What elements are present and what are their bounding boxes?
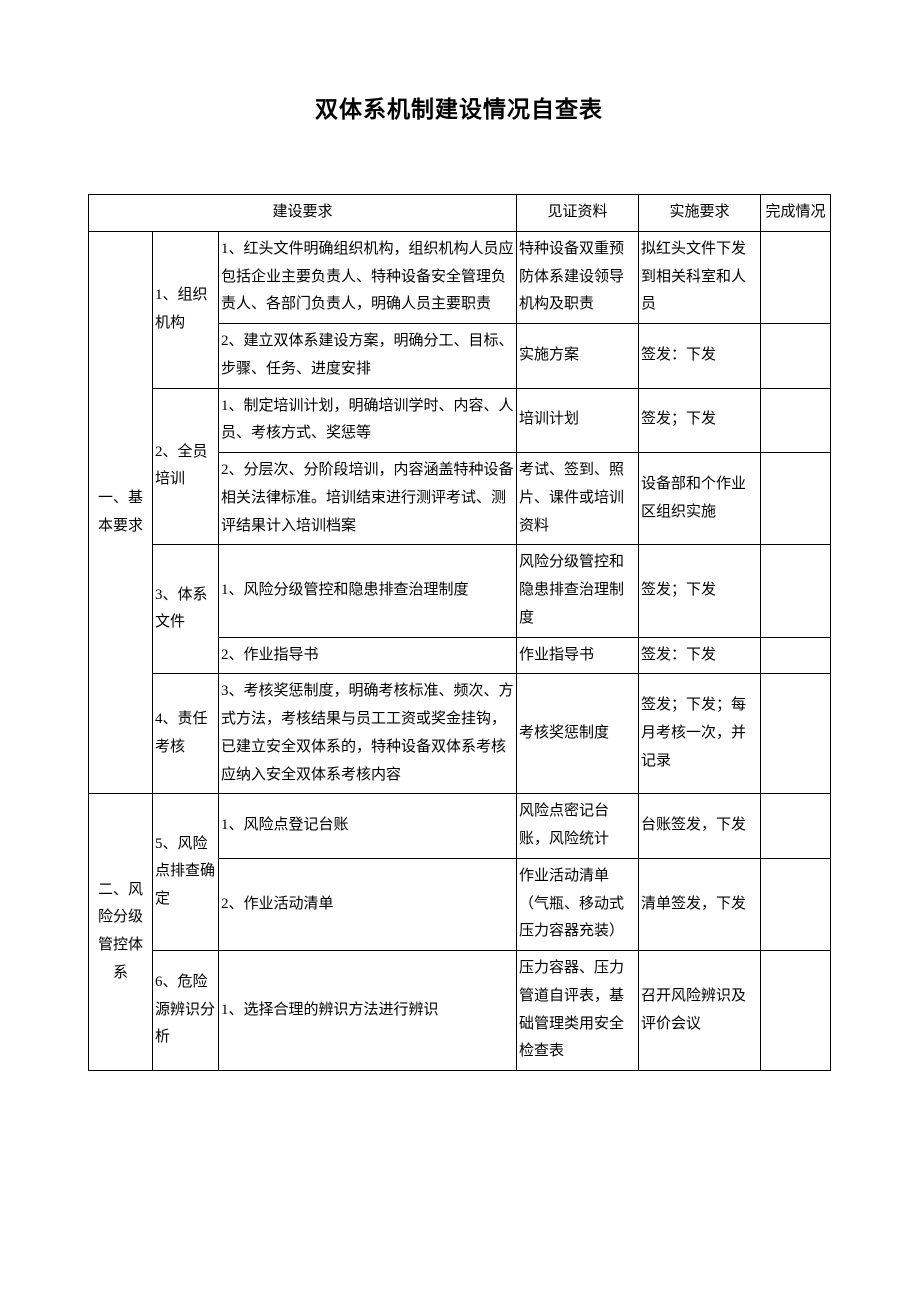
cell-req: 2、作业指导书 <box>219 637 517 674</box>
cell-evidence: 培训计划 <box>517 388 639 453</box>
cell-impl: 清单签发，下发 <box>639 858 761 950</box>
cell-status <box>761 231 831 323</box>
cell-impl: 签发：下发 <box>639 637 761 674</box>
cell-req: 1、选择合理的辨识方法进行辨识 <box>219 951 517 1071</box>
cell-impl: 拟红头文件下发到相关科室和人员 <box>639 231 761 323</box>
cell-req: 1、风险点登记台账 <box>219 794 517 859</box>
cell-status <box>761 388 831 453</box>
cell-status <box>761 324 831 389</box>
cell-evidence: 实施方案 <box>517 324 639 389</box>
cell-evidence: 作业活动清单（气瓶、移动式压力容器充装） <box>517 858 639 950</box>
cell-status <box>761 951 831 1071</box>
cell-evidence: 风险分级管控和隐患排查治理制度 <box>517 545 639 637</box>
cell-req: 1、制定培训计划，明确培训学时、内容、人员、考核方式、奖惩等 <box>219 388 517 453</box>
cell-status <box>761 858 831 950</box>
group-label: 6、危险源辨识分析 <box>153 951 219 1071</box>
group-label: 4、责任考核 <box>153 674 219 794</box>
cell-impl: 台账签发，下发 <box>639 794 761 859</box>
cell-status <box>761 453 831 545</box>
group-label: 2、全员培训 <box>153 388 219 545</box>
cell-impl: 签发；下发 <box>639 388 761 453</box>
group-label: 5、风险点排查确定 <box>153 794 219 951</box>
page-title: 双体系机制建设情况自查表 <box>88 90 830 124</box>
cell-impl: 签发；下发；每月考核一次，并记录 <box>639 674 761 794</box>
cell-status <box>761 545 831 637</box>
cell-req: 3、考核奖惩制度，明确考核标准、频次、方式方法，考核结果与员工工资或奖金挂钩，已… <box>219 674 517 794</box>
header-status: 完成情况 <box>761 195 831 232</box>
cell-status <box>761 674 831 794</box>
group-label: 3、体系文件 <box>153 545 219 674</box>
cell-req: 2、建立双体系建设方案，明确分工、目标、步骤、任务、进度安排 <box>219 324 517 389</box>
self-inspection-table: 建设要求 见证资料 实施要求 完成情况 一、基本要求 1、组织机构 1、红头文件… <box>88 194 831 1071</box>
cell-status <box>761 637 831 674</box>
cell-req: 2、分层次、分阶段培训，内容涵盖特种设备相关法律标准。培训结束进行测评考试、测评… <box>219 453 517 545</box>
cell-evidence: 考试、签到、照片、课件或培训资料 <box>517 453 639 545</box>
cell-evidence: 特种设备双重预防体系建设领导机构及职责 <box>517 231 639 323</box>
cell-impl: 设备部和个作业区组织实施 <box>639 453 761 545</box>
cell-evidence: 作业指导书 <box>517 637 639 674</box>
cell-impl: 签发：下发 <box>639 324 761 389</box>
cell-status <box>761 794 831 859</box>
cell-evidence: 风险点密记台账，风险统计 <box>517 794 639 859</box>
cell-req: 2、作业活动清单 <box>219 858 517 950</box>
section-label: 二、风险分级管控体系 <box>89 794 153 1071</box>
header-impl: 实施要求 <box>639 195 761 232</box>
section-label: 一、基本要求 <box>89 231 153 794</box>
group-label: 1、组织机构 <box>153 231 219 388</box>
cell-impl: 召开风险辨识及评价会议 <box>639 951 761 1071</box>
header-requirement: 建设要求 <box>89 195 517 232</box>
header-evidence: 见证资料 <box>517 195 639 232</box>
cell-req: 1、红头文件明确组织机构，组织机构人员应包括企业主要负责人、特种设备安全管理负责… <box>219 231 517 323</box>
cell-req: 1、风险分级管控和隐患排查治理制度 <box>219 545 517 637</box>
cell-impl: 签发；下发 <box>639 545 761 637</box>
cell-evidence: 考核奖惩制度 <box>517 674 639 794</box>
cell-evidence: 压力容器、压力管道自评表，基础管理类用安全检查表 <box>517 951 639 1071</box>
